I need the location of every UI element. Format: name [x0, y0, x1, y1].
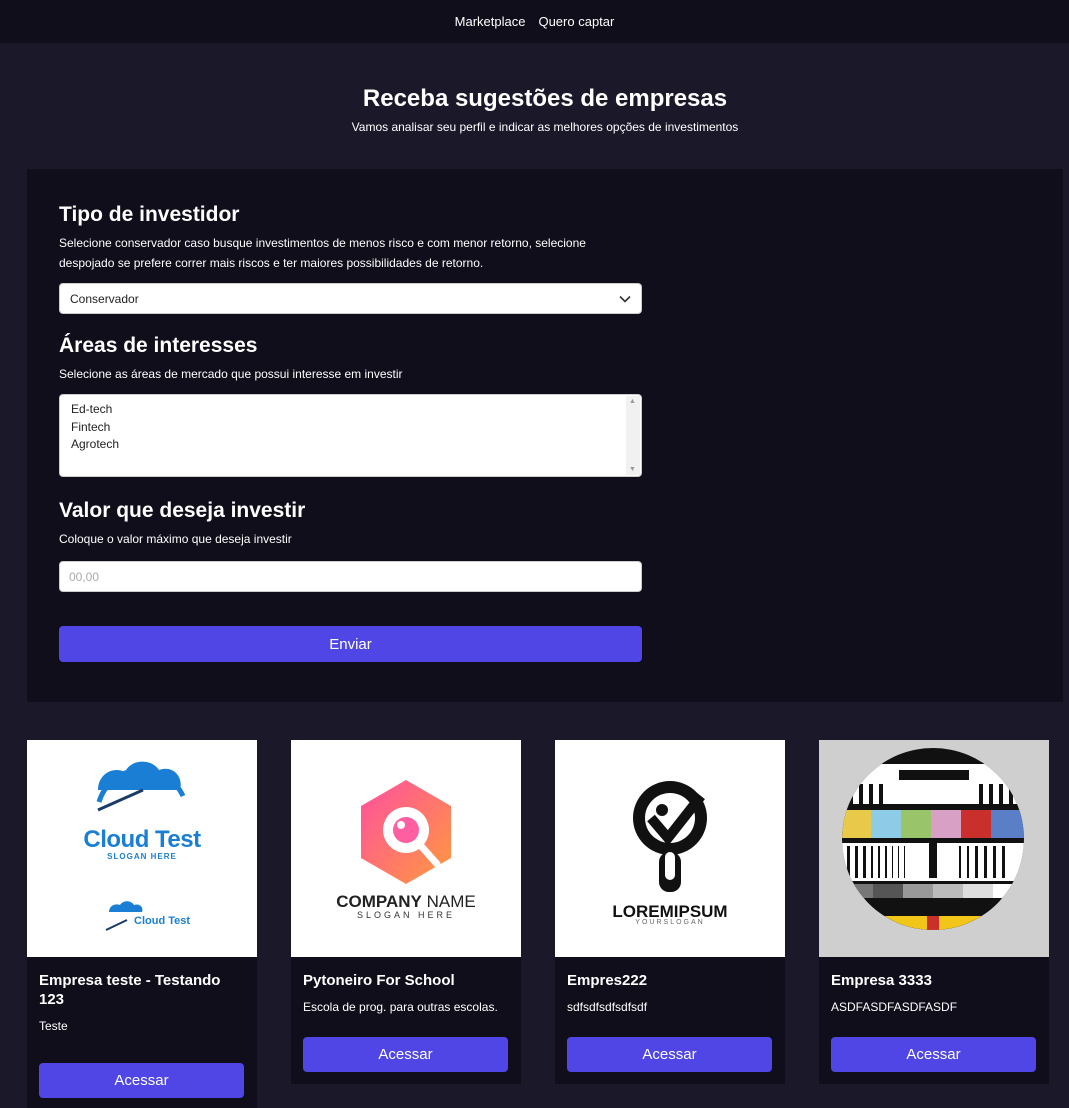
- company-card: COMPANY NAME SLOGAN HERE Pytoneiro For S…: [291, 740, 521, 1084]
- submit-button[interactable]: Enviar: [59, 626, 642, 662]
- areas-scrollbar[interactable]: ▲ ▼: [626, 396, 640, 475]
- suggestion-form: Tipo de investidor Selecione conservador…: [59, 201, 642, 662]
- hero: Receba sugestões de empresas Vamos anali…: [0, 84, 1069, 134]
- cloud-test-small-logo-name: Cloud Test: [134, 915, 191, 927]
- amount-heading: Valor que deseja investir: [59, 499, 306, 522]
- company-card: LOREMIPSUM YOURSLOGAN Empres222 sdfsdfsd…: [555, 740, 785, 1084]
- company-card-title: Empresa 3333: [831, 972, 932, 989]
- company-card-description: ASDFASDFASDFASDF: [831, 1000, 958, 1014]
- suggestion-form-panel: Tipo de investidor Selecione conservador…: [27, 169, 1063, 702]
- access-button[interactable]: Acessar: [567, 1037, 772, 1072]
- company-card-title: Empresa teste - Testando 123: [39, 972, 221, 1008]
- investor-type-selected-value: Conservador: [70, 291, 139, 306]
- company-card-title: Pytoneiro For School: [303, 972, 455, 989]
- company-logo-bold: COMPANY: [336, 892, 422, 911]
- company-card: Empresa 3333 ASDFASDFASDFASDF Acessar: [819, 740, 1049, 1084]
- areas-heading: Áreas de interesses: [59, 334, 258, 357]
- top-nav: Marketplace Quero captar: [0, 0, 1069, 43]
- company-card-description: sdfsdfsdfsdfsdf: [567, 1000, 648, 1014]
- company-card-description: Teste: [39, 1019, 68, 1033]
- loremipsum-logo-slogan: YOURSLOGAN: [635, 919, 705, 926]
- cloud-test-logo-slogan: SLOGAN HERE: [107, 852, 177, 861]
- page-title: Receba sugestões de empresas: [362, 85, 728, 112]
- nav-link-quero-captar[interactable]: Quero captar: [538, 14, 614, 29]
- company-logo-image: LOREMIPSUM YOURSLOGAN: [555, 740, 785, 957]
- company-logo-light: NAME: [421, 892, 476, 911]
- nav-link-marketplace[interactable]: Marketplace: [455, 14, 526, 29]
- amount-input[interactable]: [59, 561, 642, 592]
- company-logo-image: [819, 740, 1049, 957]
- page-subtitle: Vamos analisar seu perfil e indicar as m…: [351, 120, 739, 134]
- hexagon-magnifier-icon: [361, 780, 451, 884]
- access-button[interactable]: Acessar: [303, 1037, 508, 1072]
- chevron-down-icon: [619, 295, 631, 303]
- scroll-up-icon[interactable]: ▲: [629, 398, 636, 405]
- scroll-down-icon[interactable]: ▼: [629, 466, 636, 473]
- investor-type-select[interactable]: Conservador: [59, 283, 642, 314]
- company-logo-image: Cloud Test SLOGAN HERE Cloud Test: [27, 740, 257, 957]
- area-option-fintech[interactable]: Fintech: [71, 419, 119, 437]
- tv-test-pattern-icon: [842, 748, 1024, 930]
- areas-description: Selecione as áreas de mercado que possui…: [59, 367, 403, 381]
- access-button[interactable]: Acessar: [831, 1037, 1036, 1072]
- area-option-edtech[interactable]: Ed-tech: [71, 401, 119, 419]
- company-card: Cloud Test SLOGAN HERE Cloud Test Empres…: [27, 740, 257, 1108]
- area-option-agrotech[interactable]: Agrotech: [71, 436, 119, 454]
- company-card-title: Empres222: [567, 972, 648, 989]
- company-logo-slogan: SLOGAN HERE: [356, 910, 456, 920]
- investor-type-heading: Tipo de investidor: [59, 203, 240, 226]
- amount-description: Coloque o valor máximo que deseja invest…: [59, 532, 292, 546]
- company-cards: Cloud Test SLOGAN HERE Cloud Test Empres…: [27, 740, 1063, 1108]
- areas-multiselect[interactable]: Ed-tech Fintech Agrotech ▲ ▼: [59, 394, 642, 477]
- access-button[interactable]: Acessar: [39, 1063, 244, 1098]
- cloud-test-logo-name: Cloud Test: [83, 826, 201, 853]
- company-card-description: Escola de prog. para outras escolas.: [303, 1000, 498, 1014]
- company-logo-image: COMPANY NAME SLOGAN HERE: [291, 740, 521, 957]
- investor-type-description: Selecione conservador caso busque invest…: [59, 236, 586, 270]
- company-name-logo-text: COMPANY NAME: [291, 892, 521, 912]
